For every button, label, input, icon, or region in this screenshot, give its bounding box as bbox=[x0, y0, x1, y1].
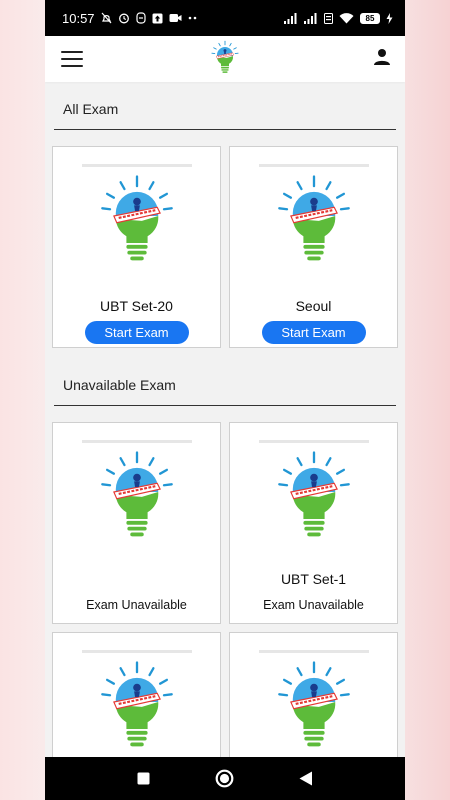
lightbulb-logo-icon bbox=[204, 36, 246, 85]
lightbulb-logo-icon bbox=[81, 650, 192, 757]
lightbulb-logo-icon bbox=[258, 164, 369, 277]
more-dots-icon bbox=[188, 16, 198, 20]
unavailable-exam-card[interactable]: UBT Set-1 Exam Unavailable bbox=[229, 422, 398, 624]
alarm-icon bbox=[118, 12, 130, 24]
wifi-icon bbox=[339, 12, 354, 24]
exam-list[interactable]: All Exam UBT Set-20 Start Exam Seoul Sta… bbox=[45, 82, 405, 757]
signal-icon bbox=[284, 12, 298, 24]
triangle-back-icon[interactable] bbox=[299, 771, 313, 786]
lightbulb-logo-icon bbox=[258, 650, 369, 757]
mute-icon bbox=[101, 12, 112, 24]
exam-title: UBT Set-20 bbox=[100, 298, 173, 314]
status-time: 10:57 bbox=[62, 10, 95, 26]
upload-icon bbox=[152, 13, 163, 24]
unavailable-exam-card[interactable] bbox=[52, 632, 221, 757]
data-saver-icon bbox=[135, 12, 146, 24]
exam-title: Seoul bbox=[295, 298, 332, 314]
hamburger-menu-icon[interactable] bbox=[61, 51, 83, 67]
exam-card[interactable]: UBT Set-20 Start Exam bbox=[52, 146, 221, 348]
camera-icon bbox=[169, 13, 182, 23]
system-nav-bar bbox=[45, 757, 405, 800]
volte-icon bbox=[324, 12, 333, 24]
exam-status: Exam Unavailable bbox=[263, 598, 364, 612]
battery-icon: 85 bbox=[360, 12, 380, 24]
person-icon[interactable] bbox=[373, 48, 391, 71]
exam-title: UBT Set-1 bbox=[280, 571, 347, 587]
status-bar: 10:57 85 bbox=[45, 0, 405, 36]
exam-title bbox=[53, 571, 220, 587]
charging-icon bbox=[386, 12, 393, 24]
lightbulb-logo-icon bbox=[81, 164, 192, 277]
exam-status: Exam Unavailable bbox=[86, 598, 187, 612]
app-bar bbox=[45, 36, 405, 82]
lightbulb-logo-icon bbox=[81, 440, 192, 553]
exam-card[interactable]: Seoul Start Exam bbox=[229, 146, 398, 348]
square-recents-icon[interactable] bbox=[137, 772, 150, 785]
status-right: 85 bbox=[284, 12, 393, 24]
lightbulb-logo-icon bbox=[258, 440, 369, 553]
start-exam-button[interactable]: Start Exam bbox=[261, 321, 366, 344]
status-left: 10:57 bbox=[62, 11, 198, 26]
section-unavailable-exam-title: Unavailable Exam bbox=[54, 358, 396, 406]
circle-home-icon[interactable] bbox=[215, 769, 234, 788]
signal-icon bbox=[304, 12, 318, 24]
section-all-exam-title: All Exam bbox=[54, 82, 396, 130]
phone-screen: 10:57 85 All Exam UBT Set-20 Start Exam … bbox=[45, 0, 405, 800]
unavailable-exam-grid: Exam Unavailable UBT Set-1 Exam Unavaila… bbox=[45, 406, 405, 757]
unavailable-exam-card[interactable]: Exam Unavailable bbox=[52, 422, 221, 624]
unavailable-exam-card[interactable] bbox=[229, 632, 398, 757]
all-exam-grid: UBT Set-20 Start Exam Seoul Start Exam bbox=[45, 130, 405, 348]
start-exam-button[interactable]: Start Exam bbox=[84, 321, 189, 344]
